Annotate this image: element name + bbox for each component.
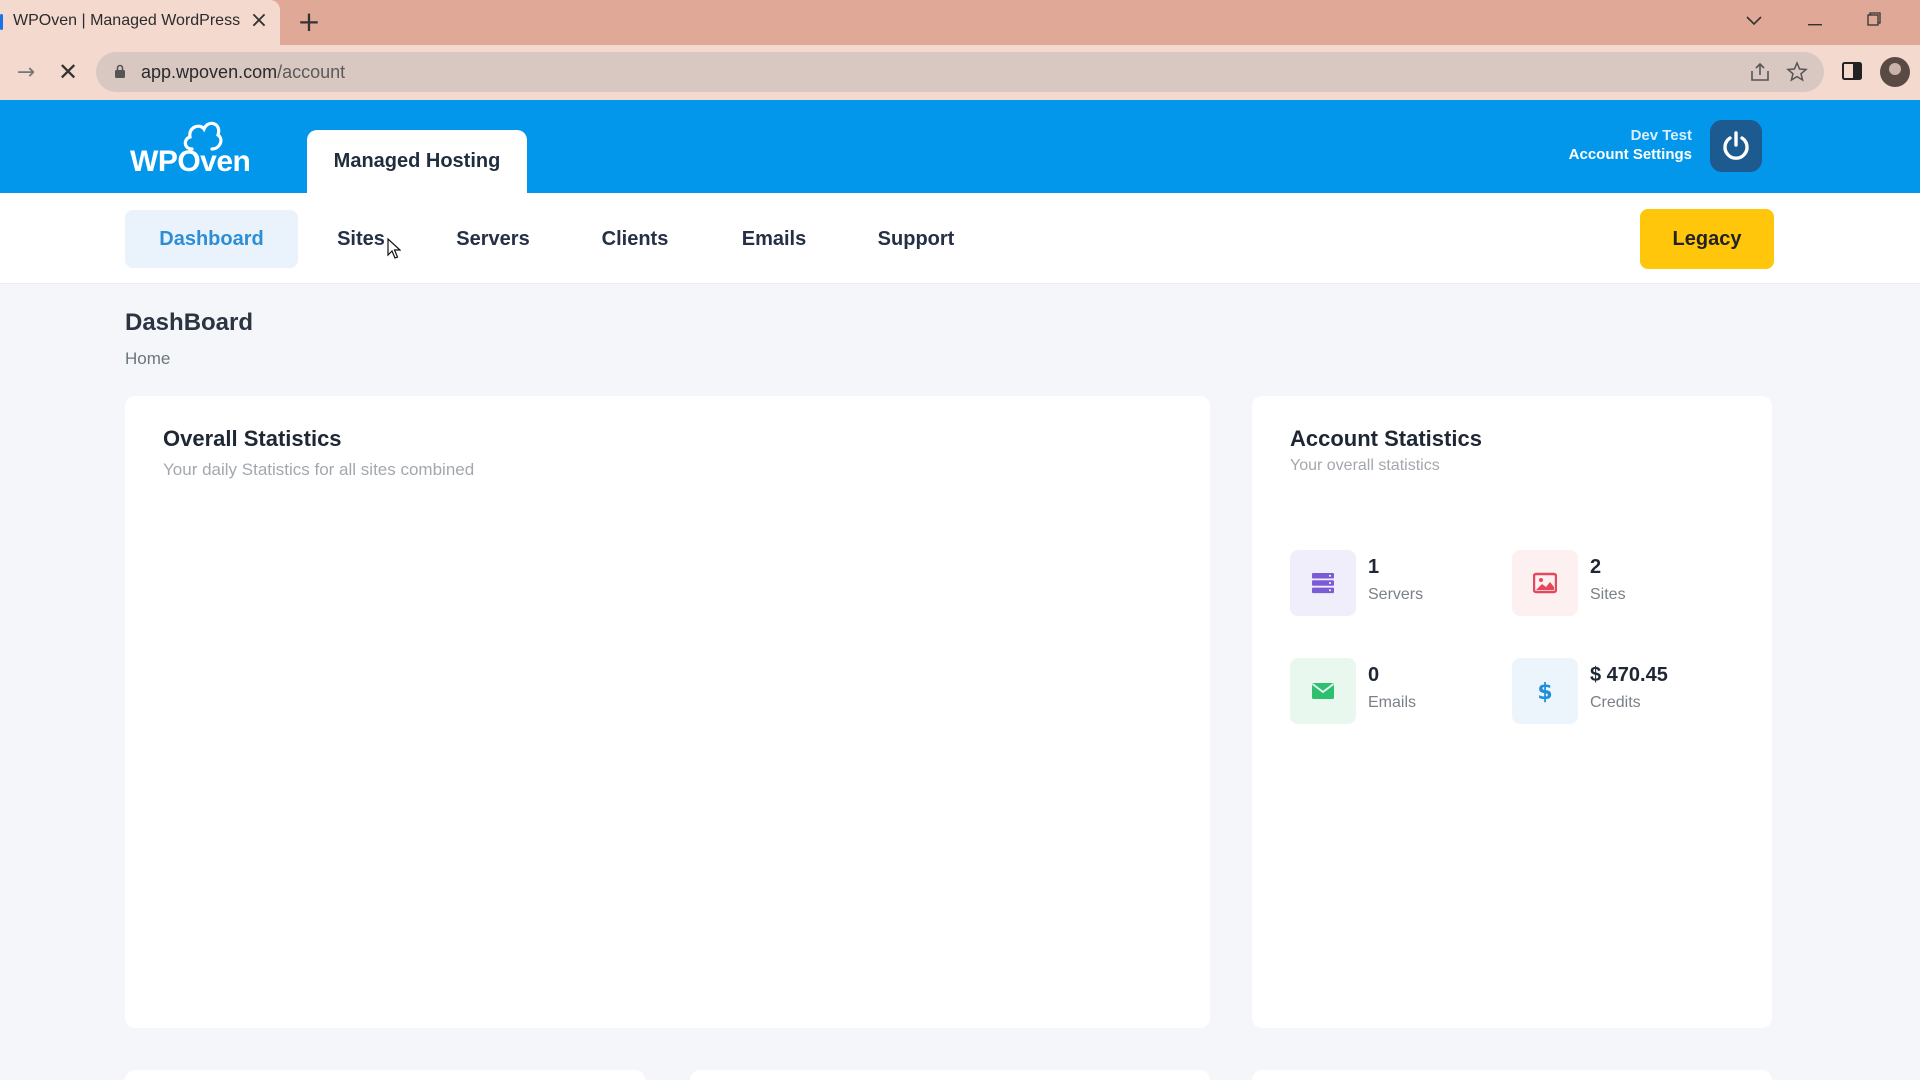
- svg-text:$: $: [1537, 680, 1552, 703]
- bottom-card: [125, 1070, 645, 1080]
- overall-statistics-card: Overall Statistics Your daily Statistics…: [125, 396, 1210, 1028]
- stat-value: 2: [1590, 556, 1602, 578]
- main-nav: Dashboard Sites Servers Clients Emails S…: [0, 193, 1920, 284]
- lock-icon: [115, 64, 125, 78]
- stat-label: Sites: [1590, 586, 1626, 603]
- side-panel-icon[interactable]: [1841, 60, 1863, 82]
- tab-managed-hosting[interactable]: Managed Hosting: [307, 130, 527, 193]
- page-title: DashBoard: [125, 309, 254, 336]
- card-title: Account Statistics: [1290, 426, 1482, 451]
- stat-servers: 1 Servers: [1290, 550, 1500, 616]
- wpoven-logo[interactable]: WPOven: [130, 115, 260, 179]
- stat-value: $ 470.45: [1590, 664, 1668, 686]
- browser-toolbar: → ✕ app.wpoven.com/account: [0, 45, 1920, 100]
- browser-tab[interactable]: WPOven | Managed WordPress H ×: [0, 0, 280, 45]
- envelope-icon: [1290, 658, 1356, 724]
- app-header: WPOven Managed Hosting Dev Test Account …: [0, 100, 1920, 193]
- bottom-card: [690, 1070, 1210, 1080]
- forward-arrow-icon[interactable]: →: [12, 59, 40, 87]
- stat-label: Servers: [1368, 586, 1424, 603]
- nav-item-dashboard[interactable]: Dashboard: [125, 210, 298, 268]
- server-icon: [1290, 550, 1356, 616]
- tab-favicon-icon: [0, 14, 3, 30]
- stat-label: Credits: [1590, 694, 1641, 711]
- stat-value: 1: [1368, 556, 1380, 578]
- new-tab-icon[interactable]: +: [296, 8, 322, 36]
- tab-title: WPOven | Managed WordPress H: [13, 12, 243, 29]
- nav-item-emails[interactable]: Emails: [724, 210, 824, 268]
- dollar-icon: $: [1512, 658, 1578, 724]
- card-subtitle: Your overall statistics: [1290, 457, 1440, 474]
- stat-credits: $ $ 470.45 Credits: [1512, 658, 1722, 724]
- account-settings-link[interactable]: Account Settings: [1569, 146, 1692, 163]
- restore-icon[interactable]: [1854, 4, 1894, 38]
- nav-item-clients[interactable]: Clients: [582, 210, 688, 268]
- browser-tab-strip: WPOven | Managed WordPress H × +: [0, 0, 1920, 45]
- url-text[interactable]: app.wpoven.com/account: [141, 62, 345, 83]
- logo-text: WPOven: [130, 145, 251, 178]
- stat-label: Emails: [1368, 694, 1417, 711]
- user-name: Dev Test: [1630, 127, 1692, 144]
- bookmark-star-icon[interactable]: [1786, 61, 1808, 83]
- mouse-cursor-icon: [387, 238, 401, 259]
- bottom-card: [1252, 1070, 1772, 1080]
- stat-emails: 0 Emails: [1290, 658, 1500, 724]
- image-icon: [1512, 550, 1578, 616]
- logout-button[interactable]: [1710, 120, 1762, 172]
- power-icon: [1723, 131, 1749, 160]
- card-subtitle: Your daily Statistics for all sites comb…: [163, 460, 475, 479]
- tab-search-chevron-icon[interactable]: [1734, 4, 1774, 38]
- nav-item-servers[interactable]: Servers: [440, 210, 546, 268]
- stat-sites: 2 Sites: [1512, 550, 1722, 616]
- profile-avatar[interactable]: [1880, 57, 1910, 87]
- legacy-button[interactable]: Legacy: [1640, 209, 1774, 269]
- breadcrumb[interactable]: Home: [125, 349, 170, 369]
- stat-value: 0: [1368, 664, 1380, 686]
- nav-item-support[interactable]: Support: [860, 210, 972, 268]
- minimize-icon[interactable]: [1795, 4, 1835, 38]
- address-bar[interactable]: app.wpoven.com/account: [96, 52, 1824, 92]
- stop-loading-icon[interactable]: ✕: [54, 58, 82, 86]
- card-title: Overall Statistics: [163, 426, 342, 451]
- tab-close-icon[interactable]: ×: [248, 9, 270, 33]
- account-statistics-card: Account Statistics Your overall statisti…: [1252, 396, 1772, 1028]
- share-icon[interactable]: [1749, 61, 1771, 83]
